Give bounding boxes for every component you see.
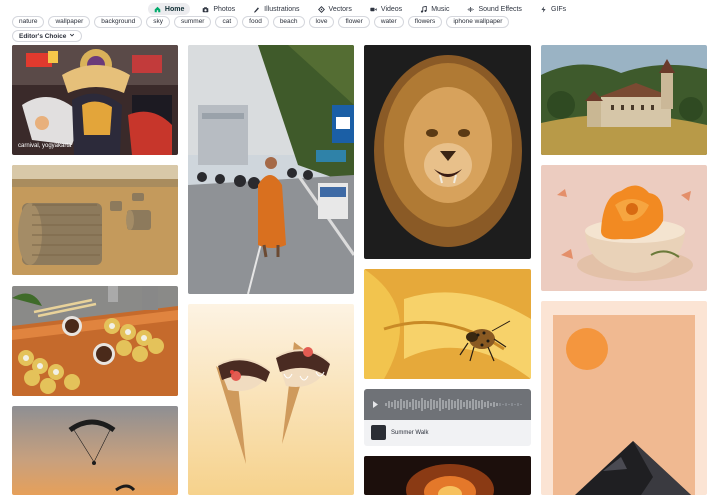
tab-sound-effects[interactable]: Sound Effects <box>461 3 527 15</box>
beetle-rose-image <box>364 269 531 379</box>
image-tile-sushi[interactable] <box>12 286 178 396</box>
tag-chip[interactable]: water <box>373 16 404 28</box>
top-navigation: Home Photos Illustrations Vectors Videos… <box>0 3 720 15</box>
vector-icon <box>317 5 325 13</box>
tag-chip[interactable]: flower <box>338 16 370 28</box>
sushi-image <box>12 286 178 396</box>
image-tile-paraglider[interactable] <box>12 406 178 495</box>
pen-icon <box>253 6 260 13</box>
orange-rose-cup-image <box>541 165 707 291</box>
tag-chip[interactable]: sky <box>146 16 170 28</box>
ice-cream-image <box>188 304 354 495</box>
music-icon <box>420 5 427 13</box>
tag-chip[interactable]: food <box>242 16 269 28</box>
audio-card[interactable]: Summer Walk <box>364 389 531 446</box>
tab-home[interactable]: Home <box>147 3 191 15</box>
tab-label: GIFs <box>550 5 567 13</box>
image-tile-orange-rose-cup[interactable] <box>541 165 707 291</box>
image-tile-hay-bales[interactable] <box>12 165 178 275</box>
tab-illustrations[interactable]: Illustrations <box>247 3 305 15</box>
tab-music[interactable]: Music <box>414 3 455 15</box>
tab-videos[interactable]: Videos <box>364 3 408 15</box>
tab-label: Home <box>164 5 185 13</box>
camera-icon <box>202 6 209 13</box>
mountain-sun-image <box>541 301 707 495</box>
chevron-down-icon <box>69 32 75 40</box>
tag-chip[interactable]: love <box>308 16 335 28</box>
image-tile-monk-street[interactable] <box>188 45 354 294</box>
tab-label: Music <box>431 5 450 13</box>
hay-bales-image <box>12 165 178 275</box>
dropdown-label: Editor's Choice <box>19 32 67 40</box>
track-thumbnail <box>371 425 386 440</box>
audio-title[interactable]: Summer Walk <box>391 430 428 436</box>
tag-chip[interactable]: beach <box>272 16 305 28</box>
image-tile-ice-cream[interactable] <box>188 304 354 495</box>
tag-chip[interactable]: flowers <box>407 16 443 28</box>
tag-chip[interactable]: iphone wallpaper <box>446 16 510 28</box>
festival-image <box>12 45 178 155</box>
audio-track-info: Summer Walk <box>371 425 428 440</box>
tab-label: Photos <box>213 5 236 13</box>
fireworks-image <box>364 456 531 495</box>
lion-image <box>364 45 531 259</box>
tab-label: Sound Effects <box>478 5 522 13</box>
tag-chip[interactable]: wallpaper <box>48 16 91 28</box>
tag-chip[interactable]: cat <box>215 16 239 28</box>
image-tile-beetle-rose[interactable] <box>364 269 531 379</box>
image-tile-festival[interactable]: carnival, yogyakarta <box>12 45 178 155</box>
tab-label: Illustrations <box>264 5 300 13</box>
waveform-icon <box>373 398 522 411</box>
video-icon <box>370 6 377 13</box>
paraglider-image <box>12 406 178 495</box>
image-tile-monastery[interactable] <box>541 45 707 155</box>
monastery-image <box>541 45 707 155</box>
sound-icon <box>467 6 475 13</box>
image-tile-mountain-sun[interactable] <box>541 301 707 495</box>
monk-street-image <box>188 45 354 294</box>
tab-label: Videos <box>380 5 403 13</box>
home-icon <box>154 6 161 13</box>
tag-chip[interactable]: nature <box>12 16 45 28</box>
tab-photos[interactable]: Photos <box>196 3 241 15</box>
image-tile-fireworks[interactable] <box>364 456 531 495</box>
editors-choice-dropdown[interactable]: Editor's Choice <box>12 30 83 42</box>
tab-gifs[interactable]: GIFs <box>534 3 572 15</box>
gif-icon <box>540 5 547 13</box>
image-tile-lion[interactable] <box>364 45 531 259</box>
waveform-player[interactable] <box>364 389 531 420</box>
tile-caption: carnival, yogyakarta <box>18 143 72 149</box>
tab-vectors[interactable]: Vectors <box>312 3 358 15</box>
tag-chip[interactable]: background <box>94 16 143 28</box>
tag-chip[interactable]: summer <box>174 16 212 28</box>
tag-chips: nature wallpaper background sky summer c… <box>12 16 510 28</box>
tab-label: Vectors <box>328 5 352 13</box>
